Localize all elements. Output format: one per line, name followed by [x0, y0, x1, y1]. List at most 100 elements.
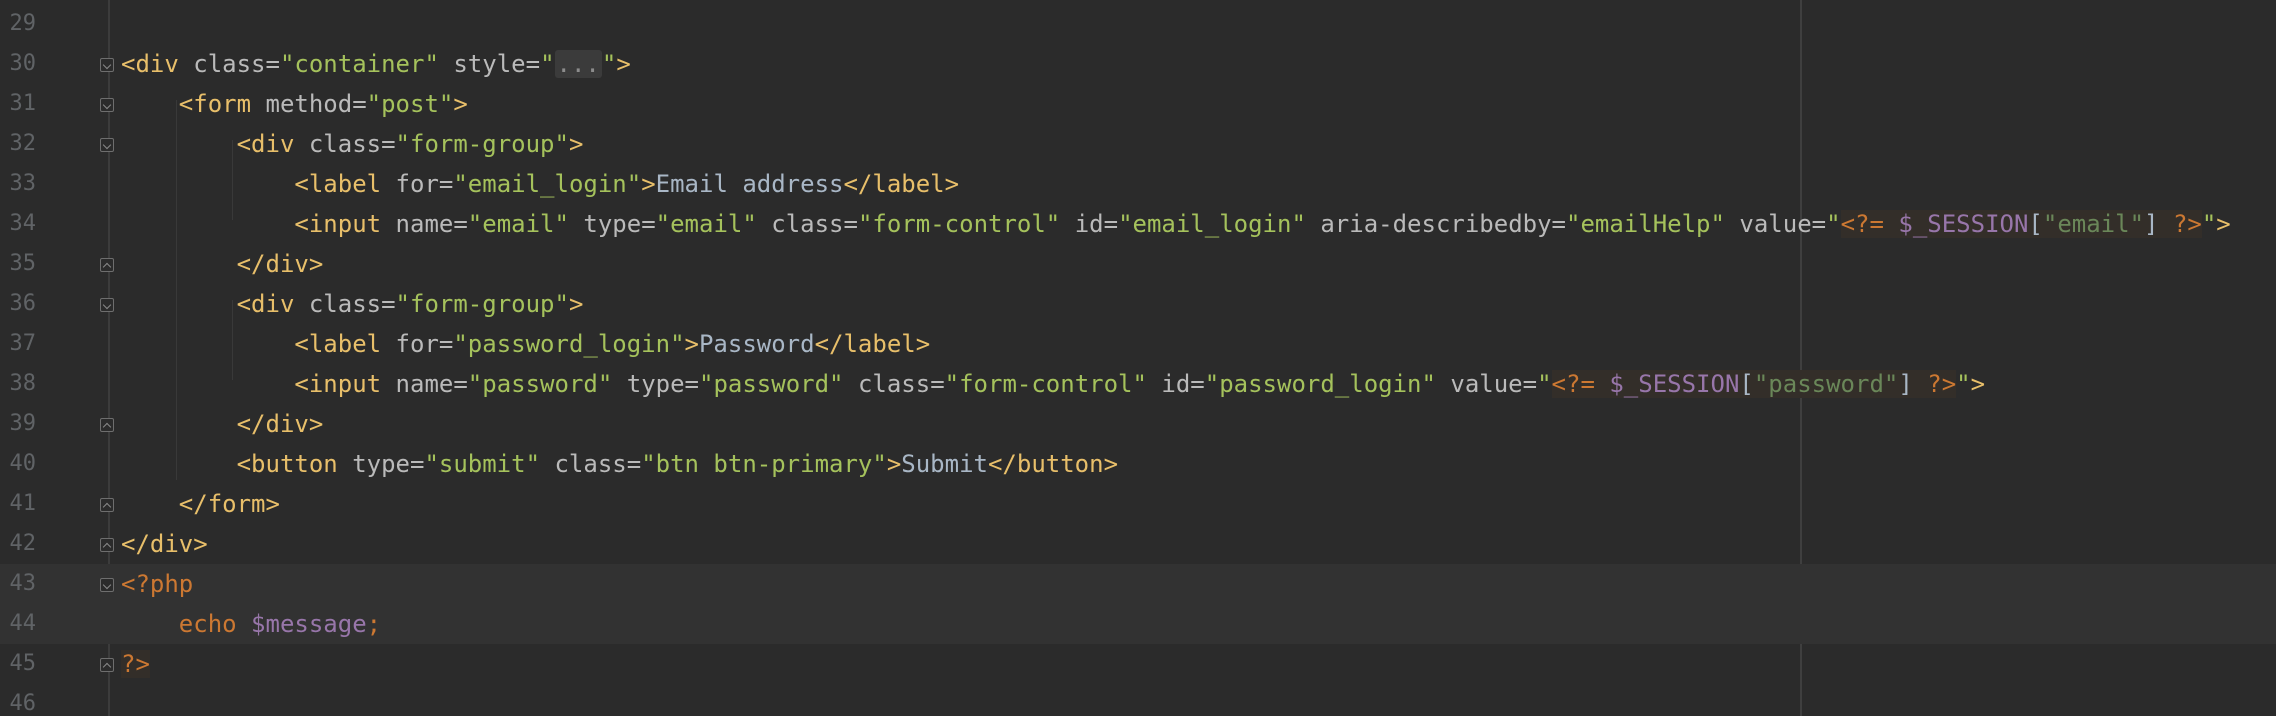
code-line[interactable]: 40 <button type="submit" class="btn btn-… — [0, 444, 2276, 484]
code-token: <label — [294, 170, 396, 198]
code-token: > — [2216, 210, 2231, 238]
fold-collapse-icon[interactable] — [100, 658, 114, 672]
code-token: <input — [294, 210, 396, 238]
code-line[interactable]: 45 ?> — [0, 644, 2276, 684]
code-line[interactable]: 37 <label for="password_login">Password<… — [0, 324, 2276, 364]
code-token: echo — [178, 610, 252, 638]
code-token: "email" — [2042, 210, 2145, 238]
line-number: 40 — [9, 451, 37, 476]
code-line[interactable]: 44 echo $message; — [0, 604, 2276, 644]
fold-expand-icon[interactable] — [100, 578, 114, 592]
code-token: > — [684, 330, 699, 358]
code-token: $_SESSION — [1609, 370, 1740, 398]
fold-expand-icon[interactable] — [100, 98, 114, 112]
code-token: "emailHelp" — [1566, 210, 1725, 238]
code-token: type= — [612, 370, 699, 398]
code-token: [ — [2028, 210, 2043, 238]
code-token: <form — [178, 90, 266, 118]
code-token: " — [601, 50, 617, 78]
fold-expand-icon[interactable] — [100, 58, 114, 72]
code-token: for= — [395, 170, 454, 198]
code-token: > — [641, 170, 656, 198]
code-token: id= — [1146, 370, 1205, 398]
line-number: 45 — [9, 651, 37, 676]
line-number: 32 — [9, 131, 37, 156]
fold-collapse-icon[interactable] — [100, 538, 114, 552]
code-token: ?> — [1927, 370, 1957, 398]
fold-collapse-icon[interactable] — [100, 498, 114, 512]
code-token: <div — [236, 290, 309, 318]
code-token: value= — [1724, 210, 1827, 238]
code-token: $_SESSION — [1898, 210, 2029, 238]
code-line[interactable]: 43 <?php — [0, 564, 2276, 604]
code-token: class= — [308, 130, 396, 158]
code-token: ] — [2144, 210, 2173, 238]
code-editor[interactable]: 29 30 <div class="container" style="..."> 3… — [0, 0, 2276, 716]
collapsed-region[interactable]: ... — [554, 50, 602, 78]
code-text: <?php — [121, 564, 193, 604]
fold-expand-icon[interactable] — [100, 138, 114, 152]
code-token: method= — [265, 90, 367, 118]
code-token: "password" — [699, 370, 844, 398]
line-number: 31 — [9, 91, 37, 116]
code-text: ?> — [121, 644, 150, 684]
line-number: 37 — [9, 331, 37, 356]
code-line[interactable]: 41 </form> — [0, 484, 2276, 524]
code-line[interactable]: 35 </div> — [0, 244, 2276, 284]
code-token: ; — [366, 610, 382, 638]
line-number: 34 — [9, 211, 37, 236]
code-token: > — [886, 450, 902, 478]
code-line[interactable]: 31 <form method="post"> — [0, 84, 2276, 124]
code-token: "password_login" — [1204, 370, 1436, 398]
line-number: 36 — [9, 291, 37, 316]
code-token: "password" — [467, 370, 613, 398]
code-line[interactable]: 36 <div class="form-group"> — [0, 284, 2276, 324]
line-number: 44 — [9, 611, 37, 636]
code-token: class= — [193, 50, 280, 78]
code-token: "email" — [467, 210, 569, 238]
code-text: </form> — [121, 484, 280, 524]
code-token: <div — [236, 130, 309, 158]
fold-collapse-icon[interactable] — [100, 258, 114, 272]
code-token: "form-group" — [395, 290, 569, 318]
code-token: "email" — [655, 210, 757, 238]
code-token: </label> — [843, 170, 960, 198]
code-text: <label for="password_login">Password</la… — [121, 324, 930, 364]
code-line[interactable]: 29 — [0, 4, 2276, 44]
line-number: 39 — [9, 411, 37, 436]
code-text: <button type="submit" class="btn btn-pri… — [121, 444, 1118, 484]
code-token: class= — [756, 210, 858, 238]
code-token: " — [2201, 210, 2217, 238]
code-token: type= — [352, 450, 425, 478]
code-text: </div> — [121, 244, 324, 284]
code-token: "btn btn-primary" — [641, 450, 887, 478]
code-line[interactable]: 42 </div> — [0, 524, 2276, 564]
code-line[interactable]: 38 <input name="password" type="password… — [0, 364, 2276, 404]
code-line[interactable]: 33 <label for="email_login">Email addres… — [0, 164, 2276, 204]
fold-collapse-icon[interactable] — [100, 418, 114, 432]
fold-expand-icon[interactable] — [100, 298, 114, 312]
code-line[interactable]: 30 <div class="container" style="..."> — [0, 44, 2276, 84]
line-number: 38 — [9, 371, 37, 396]
code-token: id= — [1060, 210, 1119, 238]
code-text: <div class="form-group"> — [121, 284, 584, 324]
code-line[interactable]: 34 <input name="email" type="email" clas… — [0, 204, 2276, 244]
code-token: " — [1537, 370, 1552, 398]
code-text: <input name="email" type="email" class="… — [121, 204, 2231, 244]
code-token: style= — [438, 50, 541, 78]
code-token: </button> — [987, 450, 1119, 478]
code-line[interactable]: 46 — [0, 684, 2276, 716]
code-token: > — [1970, 370, 1986, 398]
code-line[interactable]: 32 <div class="form-group"> — [0, 124, 2276, 164]
code-line[interactable]: 39 </div> — [0, 404, 2276, 444]
code-token: </div> — [236, 410, 324, 438]
code-token: "form-group" — [395, 130, 569, 158]
code-token: [ — [1739, 370, 1754, 398]
